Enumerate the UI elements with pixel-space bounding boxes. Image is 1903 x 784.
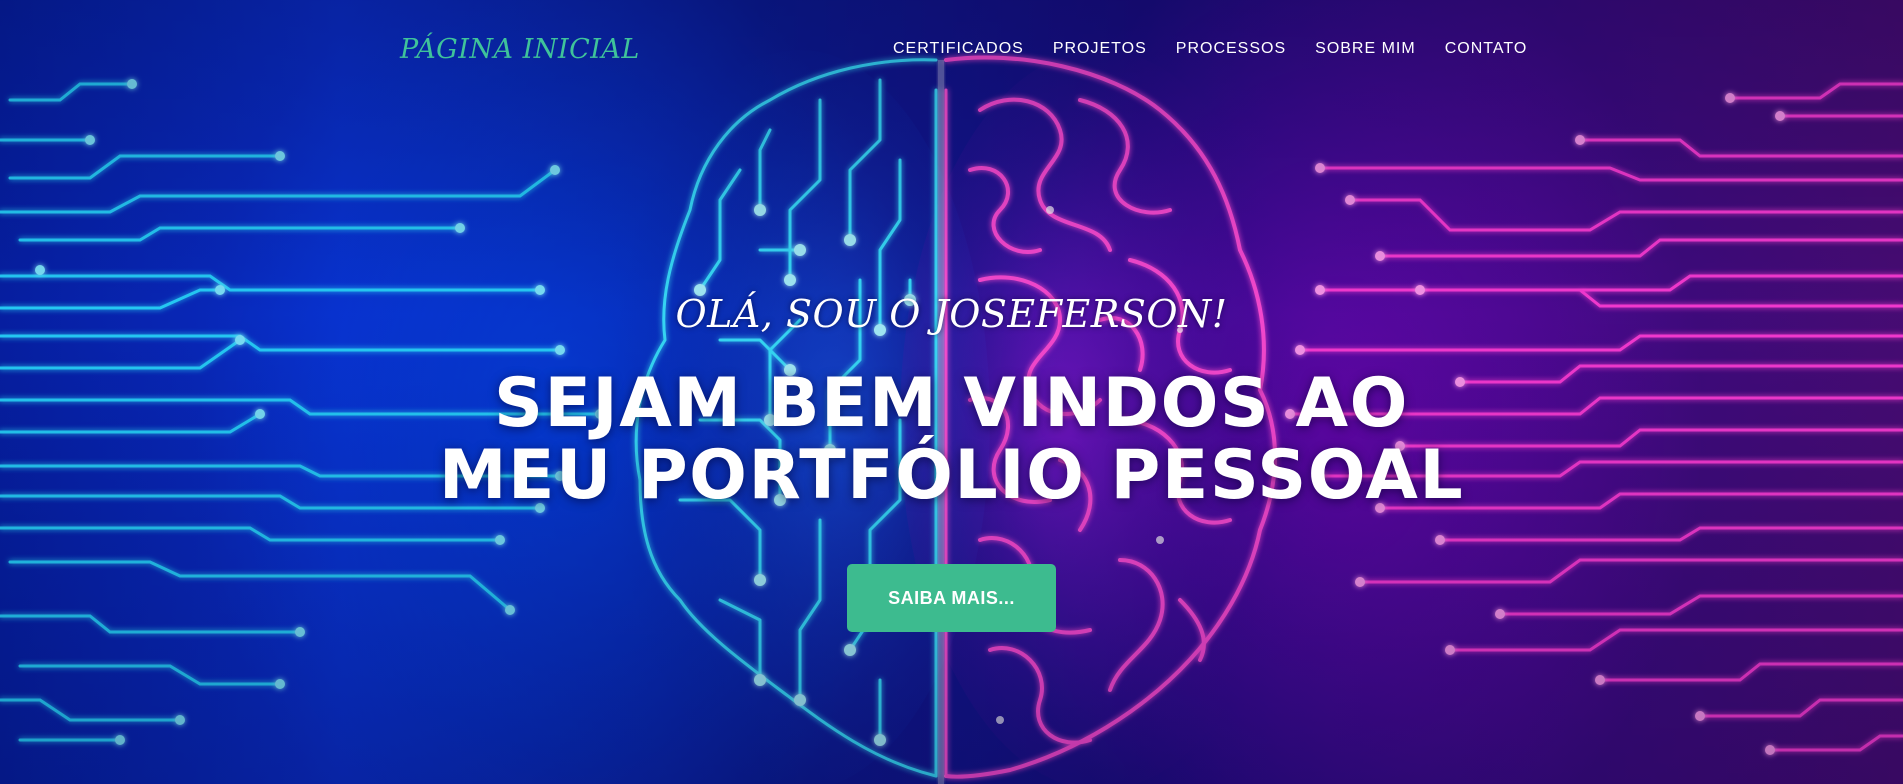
hero-subtitle: OLÁ, SOU O JOSEFERSON! — [675, 292, 1228, 336]
hero-headline: SEJAM BEM VINDOS AO MEU PORTFÓLIO PESSOA… — [0, 368, 1903, 512]
headline-line-2: MEU PORTFÓLIO PESSOAL — [438, 436, 1465, 515]
hero-section: PÁGINA INICIAL CERTIFICADOS PROJETOS PRO… — [0, 0, 1903, 784]
saiba-mais-button[interactable]: SAIBA MAIS... — [847, 564, 1056, 632]
headline-line-1: SEJAM BEM VINDOS AO — [494, 364, 1409, 443]
hero-content: OLÁ, SOU O JOSEFERSON! SEJAM BEM VINDOS … — [0, 0, 1903, 784]
